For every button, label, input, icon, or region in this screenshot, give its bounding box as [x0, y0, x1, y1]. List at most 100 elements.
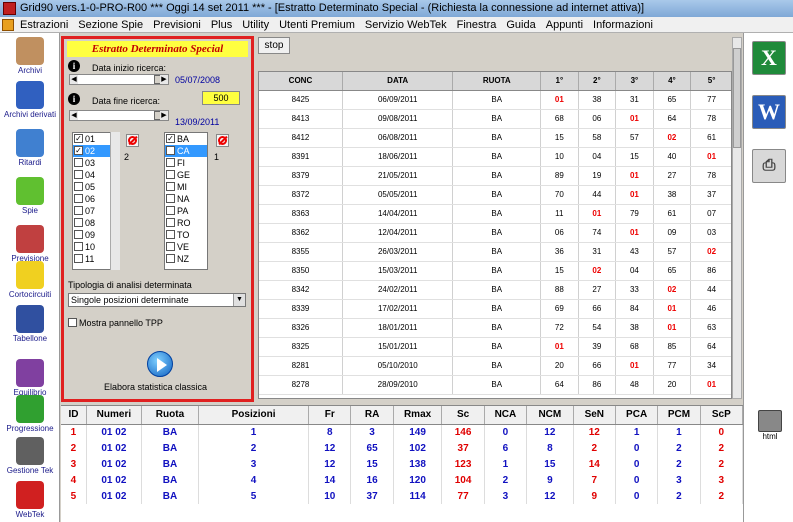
list-item[interactable]: CA — [165, 145, 207, 157]
sidebar-button[interactable]: Progressione — [0, 395, 60, 433]
list-item[interactable]: VE — [165, 241, 207, 253]
sidebar-button[interactable]: Gestione Tek — [0, 437, 60, 475]
sidebar-button[interactable]: Archivi derivati — [0, 81, 60, 119]
printer-icon[interactable]: ⎙ — [752, 149, 786, 183]
table-row[interactable]: 8363 14/04/2011 BA 11 01 79 61 07 — [259, 204, 731, 224]
clear-numbers-icon[interactable] — [126, 134, 139, 147]
checkbox[interactable] — [166, 230, 175, 240]
table-row[interactable]: 8281 05/10/2010 BA 20 66 01 77 34 — [259, 356, 731, 376]
menu-item[interactable]: Utenti Premium — [275, 17, 359, 33]
menu-item[interactable]: Servizio WebTek — [361, 17, 451, 33]
tpp-checkbox-row[interactable]: Mostra pannello TPP — [68, 318, 163, 328]
table-row[interactable]: 8379 21/05/2011 BA 89 19 01 27 78 — [259, 166, 731, 186]
menu-item[interactable]: Sezione Spie — [74, 17, 147, 33]
list-item[interactable]: TO — [165, 229, 207, 241]
checkbox[interactable]: ✓ — [166, 134, 175, 144]
list-item[interactable]: 09 — [73, 229, 111, 241]
table-row[interactable]: 5 01 02 BA 5 10 37 114 77 3 12 9 0 2 2 — [61, 488, 743, 504]
list-item[interactable]: ✓ 02 — [73, 145, 111, 157]
document-menu-icon[interactable] — [2, 19, 14, 31]
column-header[interactable]: Ruota — [141, 406, 200, 425]
menu-item[interactable]: Guida — [502, 17, 539, 33]
end-value-field[interactable]: 500 — [202, 91, 240, 105]
table-row[interactable]: 2 01 02 BA 2 12 65 102 37 6 8 2 0 2 2 — [61, 440, 743, 456]
column-header[interactable]: CONC — [259, 72, 343, 91]
end-date-slider[interactable]: ◀ ▶ — [69, 110, 169, 121]
menu-item[interactable]: Appunti — [542, 17, 587, 33]
checkbox[interactable] — [74, 206, 83, 216]
draws-grid-scrollbar[interactable] — [732, 37, 742, 399]
table-row[interactable]: 8391 18/06/2011 BA 10 04 15 40 01 — [259, 147, 731, 167]
table-row[interactable]: 8372 05/05/2011 BA 70 44 01 38 37 — [259, 185, 731, 205]
stop-button[interactable]: stop — [258, 37, 290, 54]
table-row[interactable]: 3 01 02 BA 3 12 15 138 123 1 15 14 0 2 2 — [61, 456, 743, 472]
checkbox[interactable] — [74, 218, 83, 228]
excel-icon[interactable]: X — [752, 41, 786, 75]
table-row[interactable]: 4 01 02 BA 4 14 16 120 104 2 9 7 0 3 3 — [61, 472, 743, 488]
checkbox[interactable] — [74, 158, 83, 168]
slider-left-arrow-icon[interactable]: ◀ — [70, 75, 78, 84]
column-header[interactable]: NCA — [484, 406, 528, 425]
table-row[interactable]: 1 01 02 BA 1 8 3 149 146 0 12 12 1 1 0 — [61, 424, 743, 440]
table-row[interactable]: 8413 09/08/2011 BA 68 06 01 64 78 — [259, 109, 731, 129]
table-row[interactable]: 8355 26/03/2011 BA 36 31 43 57 02 — [259, 242, 731, 262]
sidebar-button[interactable]: Cortocircuiti — [0, 261, 60, 299]
list-item[interactable]: 10 — [73, 241, 111, 253]
word-icon[interactable]: W — [752, 95, 786, 129]
table-row[interactable]: 8412 06/08/2011 BA 15 58 57 02 61 — [259, 128, 731, 148]
list-item[interactable]: 11 — [73, 253, 111, 265]
column-header[interactable]: RUOTA — [452, 72, 542, 91]
info-icon[interactable]: i — [68, 60, 80, 72]
column-header[interactable]: RA — [350, 406, 394, 425]
list-item[interactable]: 07 — [73, 205, 111, 217]
table-row[interactable]: 8350 15/03/2011 BA 15 02 04 65 86 — [259, 261, 731, 281]
checkbox[interactable] — [166, 206, 175, 216]
table-row[interactable]: 8326 18/01/2011 BA 72 54 38 01 63 — [259, 318, 731, 338]
wheels-list[interactable]: ✓ BA CA FI GE MI NA PA RO TO VE NZ — [164, 132, 208, 270]
list-item[interactable]: 06 — [73, 193, 111, 205]
checkbox[interactable] — [166, 182, 175, 192]
list-item[interactable]: 04 — [73, 169, 111, 181]
list-item[interactable]: FI — [165, 157, 207, 169]
menu-item[interactable]: Plus — [207, 17, 236, 33]
list-item[interactable]: NZ — [165, 253, 207, 265]
column-header[interactable]: 5° — [690, 72, 731, 91]
list-item[interactable]: 08 — [73, 217, 111, 229]
column-header[interactable]: PCA — [615, 406, 659, 425]
column-header[interactable]: ScP — [700, 406, 743, 425]
tpp-checkbox[interactable] — [68, 318, 77, 328]
checkbox[interactable] — [74, 170, 83, 180]
checkbox[interactable] — [74, 230, 83, 240]
list-item[interactable]: GE — [165, 169, 207, 181]
list-item[interactable]: ✓ 01 — [73, 133, 111, 145]
sidebar-button[interactable]: Tabellone — [0, 305, 60, 343]
play-icon[interactable] — [147, 351, 173, 377]
list-item[interactable]: RO — [165, 217, 207, 229]
clear-wheels-icon[interactable] — [216, 134, 229, 147]
column-header[interactable]: 3° — [615, 72, 654, 91]
column-header[interactable]: 1° — [540, 72, 579, 91]
sidebar-button[interactable]: Equilibrio — [0, 359, 60, 397]
checkbox[interactable] — [166, 254, 175, 264]
checkbox[interactable]: ✓ — [74, 146, 83, 156]
list-item[interactable]: PA — [165, 205, 207, 217]
column-header[interactable]: SeN — [573, 406, 616, 425]
menu-item[interactable]: Estrazioni — [16, 17, 72, 33]
table-row[interactable]: 8425 06/09/2011 BA 01 38 31 65 77 — [259, 90, 731, 110]
menu-item[interactable]: Informazioni — [589, 17, 657, 33]
table-row[interactable]: 8325 15/01/2011 BA 01 39 68 85 64 — [259, 337, 731, 357]
checkbox[interactable] — [166, 194, 175, 204]
table-row[interactable]: 8362 12/04/2011 BA 06 74 01 09 03 — [259, 223, 731, 243]
slider-right-arrow-icon[interactable]: ▶ — [160, 111, 168, 120]
numbers-scrollbar[interactable] — [110, 132, 120, 270]
checkbox[interactable] — [166, 242, 175, 252]
start-date-slider[interactable]: ◀ ▶ — [69, 74, 169, 85]
table-row[interactable]: 8278 28/09/2010 BA 64 86 48 20 01 — [259, 375, 731, 395]
chevron-down-icon[interactable]: ▼ — [233, 294, 245, 306]
menu-item[interactable]: Finestra — [453, 17, 501, 33]
run-analysis-label[interactable]: Elabora statistica classica — [104, 382, 207, 392]
checkbox[interactable] — [74, 242, 83, 252]
column-header[interactable]: Sc — [441, 406, 485, 425]
menu-item[interactable]: Utility — [238, 17, 273, 33]
checkbox[interactable] — [74, 182, 83, 192]
